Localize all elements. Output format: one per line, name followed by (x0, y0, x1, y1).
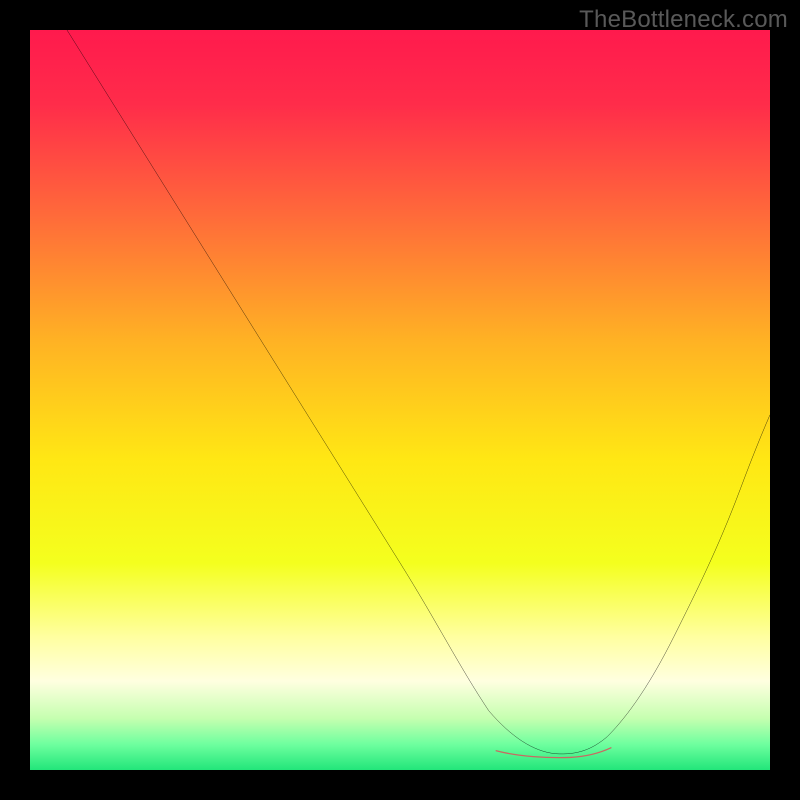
chart-frame: TheBottleneck.com (0, 0, 800, 800)
bottleneck-chart (30, 30, 770, 770)
bottleneck-curve-path (67, 30, 770, 754)
plot-area (30, 30, 770, 770)
optimal-range-highlight (496, 748, 611, 758)
watermark-text: TheBottleneck.com (579, 6, 788, 34)
